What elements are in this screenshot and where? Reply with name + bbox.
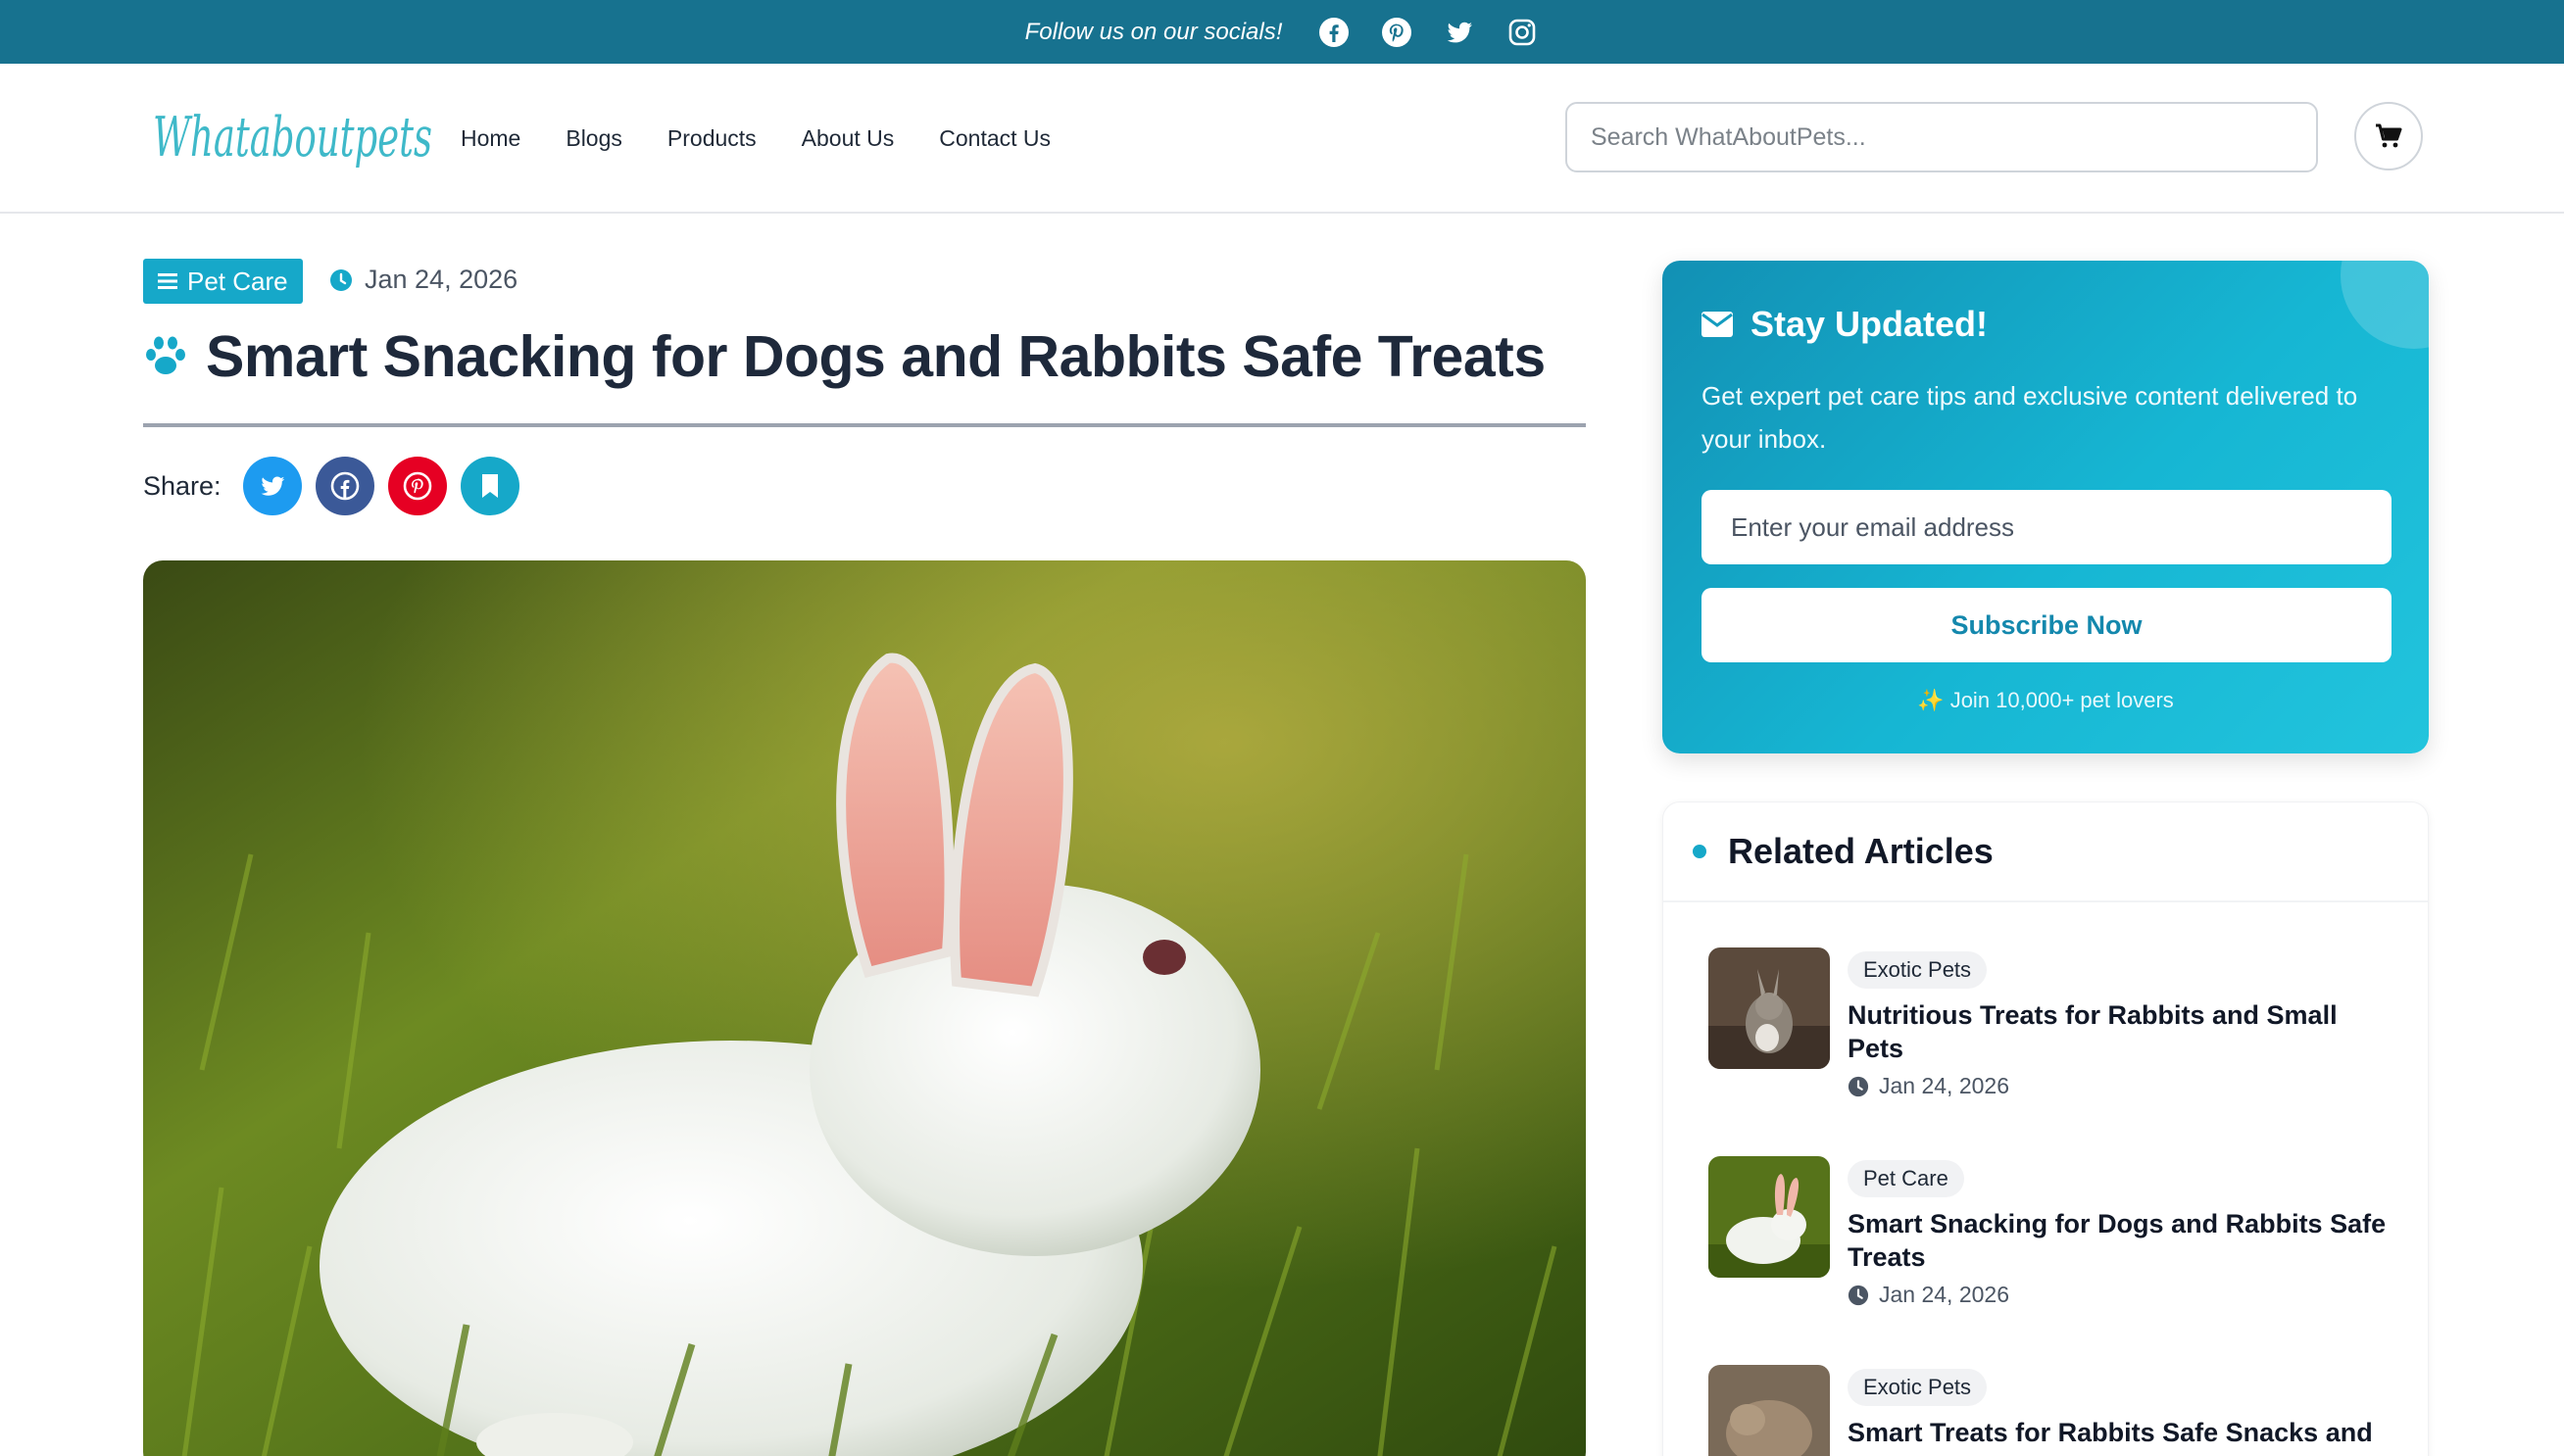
related-item-title: Nutritious Treats for Rabbits and Small … [1848,1000,2338,1063]
pinterest-icon [403,471,431,501]
article-title-row: Smart Snacking for Dogs and Rabbits Safe… [143,323,1546,390]
site-header: Whataboutpets Home Blogs Products About … [0,64,2564,214]
cart-icon [2376,123,2402,148]
related-item-title: Smart Treats for Rabbits Safe Snacks and [1848,1418,2373,1447]
logo-text: Whataboutpets [153,106,432,170]
nav-home[interactable]: Home [461,125,520,152]
nav-products[interactable]: Products [667,125,757,152]
newsletter-decoration [2341,261,2429,349]
related-title: Related Articles [1728,831,1994,871]
pinterest-icon[interactable] [1380,16,1413,49]
category-badge[interactable]: Pet Care [143,259,303,304]
article-title: Smart Snacking for Dogs and Rabbits Safe… [206,324,1546,389]
related-thumbnail [1708,1365,1830,1456]
social-bar-text: Follow us on our socials! [1024,18,1283,45]
related-category: Pet Care [1848,1160,1964,1197]
site-logo[interactable]: Whataboutpets [149,91,443,189]
related-item[interactable]: Exotic Pets Smart Treats for Rabbits Saf… [1708,1365,2394,1456]
related-thumbnail [1708,947,1830,1069]
instagram-icon[interactable] [1505,16,1539,49]
related-item-title: Smart Snacking for Dogs and Rabbits Safe… [1848,1209,2387,1272]
newsletter-footnote: ✨ Join 10,000+ pet lovers [1917,688,2174,712]
subscribe-button[interactable]: Subscribe Now [1701,588,2391,662]
category-label: Pet Care [187,266,288,296]
share-twitter-button[interactable] [242,457,302,515]
search-input[interactable] [1565,102,2318,172]
related-item[interactable]: Exotic Pets Nutritious Treats for Rabbit… [1708,947,2394,1104]
related-thumbnail [1708,1156,1830,1278]
twitter-icon[interactable] [1443,16,1476,49]
nav-contact-us[interactable]: Contact Us [939,125,1051,152]
accent-dot [1693,845,1706,858]
newsletter-card: Stay Updated! Get expert pet care tips a… [1662,261,2429,753]
nav-blogs[interactable]: Blogs [566,125,622,152]
email-field[interactable] [1701,490,2391,564]
social-bar: Follow us on our socials! [0,0,2564,64]
clock-icon [330,268,352,291]
related-date-text: Jan 24, 2026 [1879,1282,2010,1307]
twitter-icon [260,476,284,496]
share-facebook-button[interactable] [315,457,374,515]
facebook-icon[interactable] [1317,16,1351,49]
nav-about-us[interactable]: About Us [802,125,895,152]
share-bookmark-button[interactable] [460,457,519,515]
bookmark-icon [481,474,498,498]
related-item[interactable]: Pet Care Smart Snacking for Dogs and Rab… [1708,1156,2394,1313]
newsletter-header: Stay Updated! [1701,304,1988,345]
article-date: Jan 24, 2026 [329,265,518,295]
newsletter-title: Stay Updated! [1750,304,1989,344]
cart-button[interactable] [2354,102,2423,170]
related-category: Exotic Pets [1848,951,1988,989]
menu-icon [158,273,177,289]
newsletter-description: Get expert pet care tips and exclusive c… [1701,381,2358,454]
title-divider [143,423,1586,427]
related-header: Related Articles [1663,802,2428,902]
paw-icon [146,336,185,374]
share-pinterest-button[interactable] [387,457,447,515]
related-date: Jan 24, 2026 [1848,1073,2009,1099]
envelope-icon [1701,312,1733,337]
clock-icon [1848,1076,1869,1096]
related-date: Jan 24, 2026 [1848,1282,2009,1308]
share-row: Share: [143,457,519,515]
main-nav: Home Blogs Products About Us Contact Us [461,64,1051,214]
related-articles: Related Articles Exotic Pets Nutritious … [1662,801,2429,1456]
article-hero-image [143,560,1586,1456]
share-label: Share: [143,470,222,501]
related-date-text: Jan 24, 2026 [1879,1073,2010,1098]
article-date-text: Jan 24, 2026 [365,265,518,294]
related-category: Exotic Pets [1848,1369,1988,1406]
facebook-icon [330,471,359,501]
clock-icon [1848,1285,1869,1305]
